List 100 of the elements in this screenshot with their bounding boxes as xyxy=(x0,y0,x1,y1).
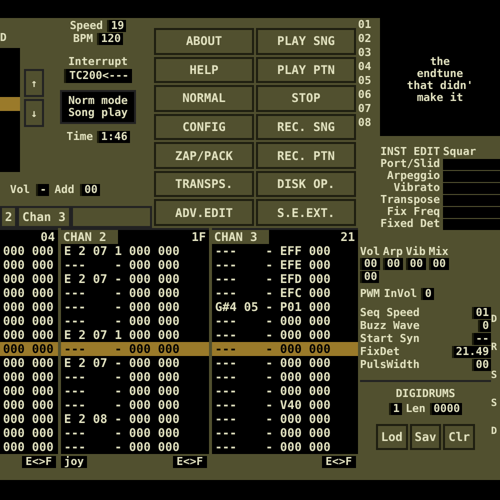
channel-toggle-button[interactable]: E<>F xyxy=(170,454,209,470)
menu-button[interactable]: ADV.EDIT xyxy=(154,199,254,226)
pattern-cell[interactable]: --- - 000 000 xyxy=(212,328,358,342)
pattern-cell[interactable]: --- - 000 000 xyxy=(61,300,209,314)
menu-button[interactable]: HELP xyxy=(154,56,254,84)
pattern-cell[interactable]: --- - 000 000 xyxy=(61,384,209,398)
length-value[interactable]: 0000 xyxy=(430,403,462,415)
pattern-cell[interactable]: --- - 000 000 xyxy=(212,412,358,426)
pattern-cell[interactable]: 000 000 xyxy=(0,384,58,398)
pattern-cell[interactable]: --- - 000 000 xyxy=(212,314,358,328)
setting-value[interactable]: 21.49 xyxy=(452,346,491,358)
pattern-cell[interactable]: 000 000 xyxy=(0,314,58,328)
pattern-cell[interactable]: 000 000 xyxy=(0,398,58,412)
pattern-cell[interactable]: E 2 07 - 000 000 xyxy=(61,272,209,286)
sequence-number[interactable]: 08 xyxy=(358,116,376,130)
pattern-cell[interactable]: --- - 000 000 xyxy=(61,342,209,356)
arrow-button[interactable]: ↑ xyxy=(24,69,44,97)
setting-value[interactable]: -- xyxy=(472,333,491,345)
pattern-cell[interactable]: 000 000 xyxy=(0,426,58,440)
pattern-cell[interactable]: --- - 000 000 xyxy=(61,426,209,440)
pattern-cell[interactable]: 000 000 xyxy=(0,356,58,370)
envelope-value[interactable]: 00 xyxy=(428,258,448,270)
slider-thumb[interactable] xyxy=(0,96,20,111)
digidrum-button[interactable]: Lod xyxy=(376,424,408,450)
digidrum-number[interactable]: 1 xyxy=(389,403,402,415)
sequence-number[interactable]: 03 xyxy=(358,46,376,60)
menu-button[interactable]: ABOUT xyxy=(154,28,254,55)
pattern-cell[interactable]: 000 000 xyxy=(0,440,58,454)
sequence-number[interactable]: 01 xyxy=(358,18,376,32)
pattern-cell[interactable]: 000 000 xyxy=(0,412,58,426)
menu-button[interactable]: TRANSPS. xyxy=(154,170,254,198)
tempo-value[interactable]: 120 xyxy=(97,33,123,45)
pattern-cell[interactable]: --- - 000 000 xyxy=(212,426,358,440)
setting-value[interactable]: 01 xyxy=(472,307,491,319)
pattern-cell[interactable]: --- - 000 000 xyxy=(212,384,358,398)
pattern-cell[interactable]: 000 000 xyxy=(0,328,58,342)
param-field[interactable] xyxy=(443,207,500,218)
pattern-cell[interactable]: --- - EFC 000 xyxy=(212,286,358,300)
pattern-cell[interactable]: --- - 000 000 xyxy=(61,286,209,300)
volume-value[interactable]: - xyxy=(36,184,48,196)
envelope-value[interactable]: 00 xyxy=(360,271,380,283)
pattern-cell[interactable]: --- - 000 000 xyxy=(212,342,358,356)
pattern-cell[interactable]: 000 000 xyxy=(0,300,58,314)
pattern-cell[interactable]: --- - 000 000 xyxy=(61,370,209,384)
menu-button[interactable]: NORMAL xyxy=(154,85,254,112)
menu-button[interactable]: DISK OP. xyxy=(256,170,356,198)
pattern-cell[interactable]: --- - 000 000 xyxy=(212,370,358,384)
menu-button[interactable]: S.E.EXT. xyxy=(256,199,356,226)
pattern-cell[interactable]: --- - 000 000 xyxy=(61,258,209,272)
channel-toggle-button[interactable]: E<>F xyxy=(320,454,358,470)
pattern-cell[interactable]: --- - V40 000 xyxy=(212,398,358,412)
add-value[interactable]: 00 xyxy=(80,184,100,196)
sequence-number[interactable]: 06 xyxy=(358,88,376,102)
setting-value[interactable]: 0 xyxy=(478,320,491,332)
param-field[interactable] xyxy=(443,171,500,182)
pattern-cell[interactable]: --- - 000 000 xyxy=(212,440,358,454)
channel-toggle-button[interactable]: E<>F xyxy=(20,454,58,470)
menu-button[interactable]: ZAP/PACK xyxy=(154,142,254,169)
pattern-cell[interactable]: --- - 000 000 xyxy=(61,398,209,412)
sequence-number[interactable]: 02 xyxy=(358,32,376,46)
sequence-number[interactable]: 04 xyxy=(358,60,376,74)
param-field[interactable] xyxy=(443,219,500,230)
pattern-cell[interactable]: --- - EFE 000 xyxy=(212,258,358,272)
pattern-cell[interactable]: E 2 07 - 000 000 xyxy=(61,356,209,370)
pattern-cell[interactable]: G#4 05 - P01 000 xyxy=(212,300,358,314)
sequence-number[interactable]: 07 xyxy=(358,102,376,116)
menu-button[interactable]: CONFIG xyxy=(154,114,254,140)
param-field[interactable] xyxy=(443,159,500,170)
arrow-button[interactable]: ↓ xyxy=(24,99,44,127)
involume-value[interactable]: 0 xyxy=(421,288,434,300)
pattern-cell[interactable]: E 2 07 1 000 000 xyxy=(61,244,209,258)
digidrum-button[interactable]: Sav xyxy=(410,424,442,450)
menu-button[interactable]: PLAY SNG xyxy=(256,28,356,55)
envelope-value[interactable]: 00 xyxy=(406,258,426,270)
param-field[interactable] xyxy=(443,195,500,206)
tempo-value[interactable]: 19 xyxy=(106,20,126,32)
pattern-cell[interactable]: E 2 08 - 000 000 xyxy=(61,412,209,426)
envelope-value[interactable]: 00 xyxy=(382,258,403,270)
digidrum-button[interactable]: Clr xyxy=(443,424,476,450)
pattern-cell[interactable]: 000 000 xyxy=(0,244,58,258)
pattern-cell[interactable]: 000 000 xyxy=(0,272,58,286)
sequence-number[interactable]: 05 xyxy=(358,74,376,88)
pattern-cell[interactable]: --- - EFF 000 xyxy=(212,244,358,258)
param-field[interactable] xyxy=(443,183,500,194)
menu-button[interactable]: PLAY PTN xyxy=(256,56,356,84)
pattern-cell[interactable]: --- - 000 000 xyxy=(61,314,209,328)
channel-tab[interactable]: Chan 3 xyxy=(17,206,71,228)
pattern-cell[interactable]: E 2 07 1 000 000 xyxy=(61,328,209,342)
menu-button[interactable]: STOP xyxy=(256,85,356,112)
pattern-cell[interactable]: 000 000 xyxy=(0,342,58,356)
pattern-cell[interactable]: --- - 000 000 xyxy=(61,440,209,454)
pattern-cell[interactable]: 000 000 xyxy=(0,370,58,384)
pattern-cell[interactable]: 000 000 xyxy=(0,286,58,300)
setting-value[interactable]: 00 xyxy=(472,359,491,371)
interrupt-value[interactable]: TC200<--- xyxy=(64,69,132,83)
pattern-cell[interactable]: 000 000 xyxy=(0,258,58,272)
envelope-value[interactable]: 00 xyxy=(360,258,380,270)
slider-track[interactable] xyxy=(0,48,20,172)
pattern-cell[interactable]: --- - 000 000 xyxy=(212,356,358,370)
pattern-cell[interactable]: --- - EFD 000 xyxy=(212,272,358,286)
